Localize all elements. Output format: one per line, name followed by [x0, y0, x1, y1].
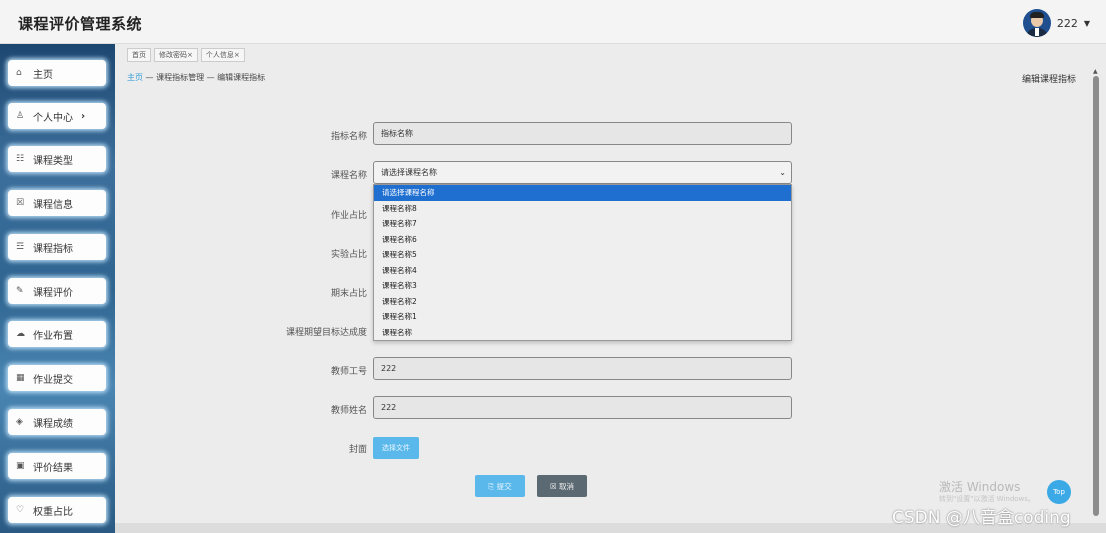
dropdown-option[interactable]: 课程名称2 — [374, 294, 791, 310]
csdn-watermark: CSDN @八音盒coding — [892, 508, 1071, 528]
dropdown-option[interactable]: 课程名称5 — [374, 247, 791, 263]
sidebar-item-label: 权重占比 — [33, 506, 73, 518]
indicator-name-label: 指标名称 — [330, 132, 367, 142]
course-name-selected: 请选择课程名称 — [381, 168, 437, 177]
sidebar-item-evaluation-result[interactable]: ▣ 评价结果 — [8, 453, 106, 479]
course-name-dropdown[interactable]: 请选择课程名称 课程名称8 课程名称7 课程名称6 课程名称5 课程名称4 课程… — [373, 184, 792, 341]
sidebar-item-course-info[interactable]: ☒ 课程信息 — [8, 190, 106, 216]
cloud-icon: ☁ — [16, 329, 25, 339]
target-achievement-label: 课程期望目标达成度 — [285, 328, 367, 338]
sidebar-item-label: 作业提交 — [33, 374, 73, 386]
activate-windows-text: 激活 Windows — [939, 480, 1021, 494]
sidebar-item-course-indicator[interactable]: ☲ 课程指标 — [8, 234, 106, 260]
back-to-top-button[interactable]: Top — [1047, 480, 1071, 504]
tab-personal-info[interactable]: 个人信息× — [200, 48, 245, 62]
vertical-scrollbar[interactable]: ▲ — [1092, 68, 1100, 523]
app-title: 课程评价管理系统 — [18, 15, 143, 33]
dropdown-option[interactable]: 课程名称 — [374, 325, 791, 341]
choose-file-button[interactable]: 选择文件 — [373, 437, 419, 459]
final-ratio-label: 期末占比 — [330, 289, 367, 299]
sidebar-item-label: 课程成绩 — [33, 418, 73, 430]
tab-change-password[interactable]: 修改密码× — [154, 48, 198, 62]
chevron-down-icon: ⌄ — [779, 168, 786, 177]
sidebar-item-course-evaluation[interactable]: ✎ 课程评价 — [8, 278, 106, 304]
edit-icon: ✎ — [16, 286, 24, 296]
teacher-name-input[interactable]: 222 — [373, 396, 792, 419]
submit-button[interactable]: ⎘ 提交 — [475, 475, 525, 497]
user-menu[interactable]: 222 ▼ — [1022, 9, 1090, 37]
sidebar-item-label: 个人中心 — [33, 112, 73, 124]
chart-icon: ▦ — [16, 373, 25, 383]
scrollbar-thumb[interactable] — [1093, 76, 1099, 516]
teacher-name-label: 教师姓名 — [330, 406, 367, 416]
dropdown-option[interactable]: 课程名称1 — [374, 309, 791, 325]
sidebar-item-label: 课程信息 — [33, 199, 73, 211]
breadcrumb-home-link[interactable]: 主页 — [127, 73, 143, 82]
user-icon: ♙ — [16, 111, 25, 121]
sidebar-item-course-type[interactable]: ☷ 课程类型 — [8, 146, 106, 172]
scroll-up-icon[interactable]: ▲ — [1093, 68, 1098, 75]
breadcrumb-path: — 课程指标管理 — 编辑课程指标 — [143, 73, 266, 82]
indicator-icon: ☲ — [16, 242, 25, 252]
dropdown-option[interactable]: 请选择课程名称 — [374, 185, 791, 201]
sidebar-item-label: 课程指标 — [33, 243, 73, 255]
tab-home[interactable]: 首页 — [127, 48, 151, 62]
cover-label: 封面 — [348, 445, 367, 455]
username[interactable]: 222 — [1057, 17, 1078, 30]
document-icon: ☒ — [16, 198, 25, 208]
sidebar-item-label: 课程评价 — [33, 287, 73, 299]
dropdown-option[interactable]: 课程名称7 — [374, 216, 791, 232]
sidebar-item-homework-assign[interactable]: ☁ 作业布置 — [8, 321, 106, 347]
sidebar: ⌂ 主页 ♙ 个人中心 › ☷ 课程类型 ☒ 课程信息 ☲ 课程指标 ✎ 课程评… — [0, 44, 115, 533]
sidebar-item-label: 主页 — [33, 69, 53, 81]
page-title: 编辑课程指标 — [1021, 75, 1076, 85]
teacher-id-input[interactable]: 222 — [373, 357, 792, 380]
sidebar-item-course-grades[interactable]: ◈ 课程成绩 — [8, 409, 106, 435]
sidebar-item-label: 作业布置 — [33, 330, 73, 342]
dropdown-option[interactable]: 课程名称8 — [374, 201, 791, 217]
dropdown-option[interactable]: 课程名称3 — [374, 278, 791, 294]
dropdown-option[interactable]: 课程名称4 — [374, 263, 791, 279]
result-icon: ▣ — [16, 461, 25, 471]
sidebar-item-personal-center[interactable]: ♙ 个人中心 › — [8, 103, 106, 129]
dropdown-option[interactable]: 课程名称6 — [374, 232, 791, 248]
chevron-right-icon: › — [81, 110, 86, 122]
course-name-select[interactable]: 请选择课程名称 ⌄ — [373, 161, 792, 184]
teacher-id-label: 教师工号 — [330, 367, 367, 377]
shield-icon: ◈ — [16, 417, 23, 427]
homework-ratio-label: 作业占比 — [330, 211, 367, 221]
indicator-name-input[interactable]: 指标名称 — [373, 122, 792, 145]
top-header: 课程评价管理系统 222 ▼ — [0, 0, 1106, 44]
heart-icon: ♡ — [16, 505, 25, 515]
tab-bar: 首页 修改密码× 个人信息× — [127, 48, 248, 62]
list-icon: ☷ — [16, 154, 25, 164]
caret-down-icon[interactable]: ▼ — [1084, 19, 1090, 28]
cancel-button[interactable]: ☒ 取消 — [537, 475, 587, 497]
avatar[interactable] — [1022, 9, 1051, 37]
lab-ratio-label: 实验占比 — [330, 250, 367, 260]
sidebar-item-homework-submit[interactable]: ▦ 作业提交 — [8, 365, 106, 391]
sidebar-item-weight-ratio[interactable]: ♡ 权重占比 — [8, 497, 106, 523]
sidebar-item-label: 课程类型 — [33, 155, 73, 167]
breadcrumb: 主页 — 课程指标管理 — 编辑课程指标 — [127, 72, 265, 83]
home-icon: ⌂ — [16, 68, 22, 78]
sidebar-item-label: 评价结果 — [33, 462, 73, 474]
course-name-label: 课程名称 — [330, 171, 367, 181]
sidebar-item-home[interactable]: ⌂ 主页 — [8, 60, 106, 86]
